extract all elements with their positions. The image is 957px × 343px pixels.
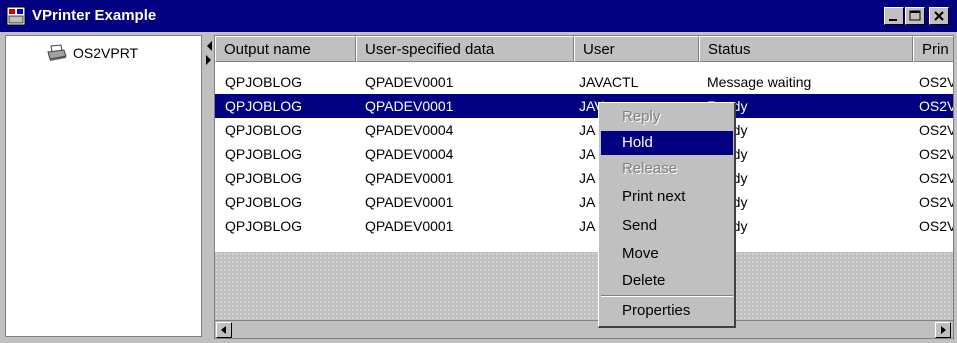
cell-user: JAVACTL bbox=[579, 74, 639, 90]
tree-item-label: OS2VPRT bbox=[73, 45, 139, 61]
cell-printer: OS2V bbox=[919, 194, 954, 210]
column-header-printer[interactable]: Prin bbox=[913, 36, 953, 62]
output-panel: Output name User-specified data User Sta… bbox=[214, 35, 954, 339]
cell-printer: OS2V bbox=[919, 98, 954, 114]
cell-user-data: QPADEV0001 bbox=[365, 194, 454, 210]
table-row[interactable]: QPJOBLOG QPADEV0001 JAV Ready OS2V bbox=[215, 94, 954, 118]
cell-printer: OS2V bbox=[919, 146, 954, 162]
maximize-button[interactable] bbox=[905, 7, 925, 25]
minimize-icon bbox=[889, 19, 897, 21]
printer-icon bbox=[47, 44, 67, 61]
cell-output-name: QPJOBLOG bbox=[225, 146, 303, 162]
scroll-right-icon bbox=[941, 326, 946, 334]
splitter[interactable] bbox=[202, 35, 214, 337]
table-row[interactable]: QPJOBLOG QPADEV0004 JA Ready OS2V bbox=[215, 118, 954, 142]
menu-item-properties[interactable]: Properties bbox=[601, 299, 733, 323]
column-header-output-name[interactable]: Output name bbox=[215, 36, 356, 62]
cell-user-data: QPADEV0004 bbox=[365, 122, 454, 138]
table-row[interactable]: QPJOBLOG QPADEV0004 JA Ready OS2V bbox=[215, 142, 954, 166]
cell-output-name: QPJOBLOG bbox=[225, 218, 303, 234]
close-button[interactable] bbox=[929, 7, 949, 25]
menu-item-print-next[interactable]: Print next bbox=[601, 185, 733, 209]
cell-status: Message waiting bbox=[707, 74, 812, 90]
column-header-user-data[interactable]: User-specified data bbox=[356, 36, 574, 62]
cell-output-name: QPJOBLOG bbox=[225, 74, 303, 90]
app-icon bbox=[6, 6, 26, 26]
menu-separator bbox=[601, 295, 733, 297]
scroll-right-button[interactable] bbox=[935, 322, 951, 338]
cell-printer: OS2V bbox=[919, 122, 954, 138]
menu-item-reply: Reply bbox=[622, 108, 661, 125]
cell-printer: OS2V bbox=[919, 218, 954, 234]
cell-output-name: QPJOBLOG bbox=[225, 194, 303, 210]
cell-user: JA bbox=[579, 122, 596, 138]
collapse-left-icon[interactable] bbox=[204, 39, 214, 79]
title-bar: VPrinter Example bbox=[0, 0, 957, 32]
cell-user: JA bbox=[579, 218, 596, 234]
cell-output-name: QPJOBLOG bbox=[225, 122, 303, 138]
tree-panel: OS2VPRT bbox=[5, 35, 202, 337]
cell-output-name: QPJOBLOG bbox=[225, 170, 303, 186]
menu-item-release: Release bbox=[622, 160, 678, 177]
table-row[interactable]: QPJOBLOG QPADEV0001 JA Ready OS2V bbox=[215, 190, 954, 214]
table-row[interactable]: QPJOBLOG QPADEV0001 JA Ready OS2V bbox=[215, 214, 954, 238]
cell-user-data: QPADEV0001 bbox=[365, 98, 454, 114]
context-menu: Reply Hold Release Print next Send Move … bbox=[598, 102, 736, 328]
table-row[interactable]: QPJOBLOG QPADEV0001 JAVACTL Message wait… bbox=[215, 70, 954, 94]
table-header: Output name User-specified data User Sta… bbox=[215, 36, 953, 62]
output-table: Output name User-specified data User Sta… bbox=[215, 36, 953, 252]
horizontal-scrollbar[interactable] bbox=[215, 320, 953, 338]
close-icon bbox=[934, 11, 944, 21]
menu-item-move[interactable]: Move bbox=[601, 242, 733, 266]
tree-item-printer[interactable]: OS2VPRT bbox=[46, 44, 138, 62]
cell-user: JA bbox=[579, 146, 596, 162]
table-row[interactable]: QPJOBLOG QPADEV0001 JA Ready OS2V bbox=[215, 166, 954, 190]
cell-user-data: QPADEV0001 bbox=[365, 218, 454, 234]
scroll-left-button[interactable] bbox=[216, 322, 232, 338]
column-header-status[interactable]: Status bbox=[699, 36, 913, 62]
menu-item-send[interactable]: Send bbox=[601, 214, 733, 238]
cell-user-data: QPADEV0001 bbox=[365, 170, 454, 186]
column-header-user[interactable]: User bbox=[574, 36, 699, 62]
menu-item-hold[interactable]: Hold bbox=[601, 131, 733, 155]
maximize-icon bbox=[909, 10, 921, 21]
scroll-left-icon bbox=[221, 326, 226, 334]
cell-user: JA bbox=[579, 170, 596, 186]
window-title: VPrinter Example bbox=[32, 7, 157, 24]
cell-user-data: QPADEV0001 bbox=[365, 74, 454, 90]
cell-printer: OS2V bbox=[919, 170, 954, 186]
cell-user-data: QPADEV0004 bbox=[365, 146, 454, 162]
cell-output-name: QPJOBLOG bbox=[225, 98, 303, 114]
table-empty-area bbox=[215, 252, 953, 322]
minimize-button[interactable] bbox=[884, 7, 904, 25]
cell-printer: OS2V bbox=[919, 74, 954, 90]
menu-item-delete[interactable]: Delete bbox=[601, 269, 733, 293]
cell-user: JA bbox=[579, 194, 596, 210]
